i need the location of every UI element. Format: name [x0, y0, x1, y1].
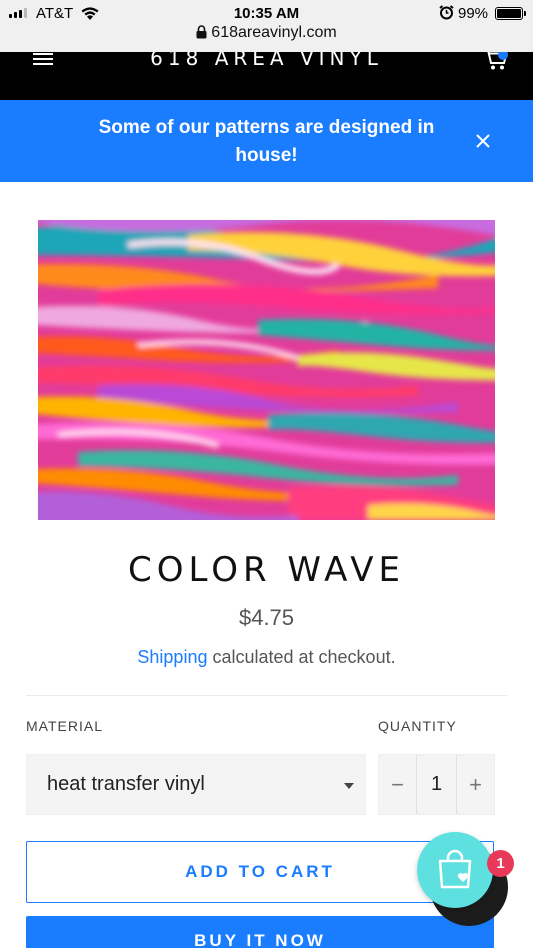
shipping-link[interactable]: Shipping [137, 647, 207, 667]
status-bar: AT&T 10:35 AM 99% 618areavinyl.com [0, 0, 533, 52]
material-select-value: heat transfer vinyl [47, 773, 205, 795]
divider [26, 695, 507, 696]
site-header: 618 AREA VINYL [0, 52, 533, 100]
wishlist-button[interactable] [417, 832, 493, 908]
wishlist-count-badge: 1 [487, 850, 514, 877]
site-logo[interactable]: 618 AREA VINYL [0, 52, 533, 70]
lock-icon [196, 25, 207, 39]
quantity-plus-button[interactable]: + [456, 755, 494, 814]
announcement-text: Some of our patterns are designed in hou… [98, 117, 435, 166]
battery-percent: 99% [458, 5, 489, 22]
shopping-bag-heart-icon [438, 849, 472, 889]
product-title: COLOR WAVE [127, 550, 405, 590]
announcement-bar: Some of our patterns are designed in hou… [0, 100, 533, 182]
quantity-label: QUANTITY [378, 718, 457, 734]
quantity-input[interactable]: 1 [417, 755, 456, 814]
shipping-note: Shipping calculated at checkout. [0, 647, 533, 668]
product-price: $4.75 [238, 605, 295, 630]
quantity-minus-button[interactable]: − [379, 755, 417, 814]
buy-now-button[interactable]: BUY IT NOW [26, 916, 494, 948]
product-image[interactable] [38, 220, 495, 520]
material-select[interactable]: heat transfer vinyl [26, 754, 366, 815]
url-text: 618areavinyl.com [211, 24, 337, 41]
chevron-down-icon [344, 783, 354, 789]
close-icon[interactable] [476, 134, 490, 148]
battery-icon [495, 7, 526, 20]
address-bar[interactable]: 618areavinyl.com [0, 24, 533, 42]
material-label: MATERIAL [26, 718, 103, 734]
quantity-stepper[interactable]: − 1 + [378, 754, 495, 815]
alarm-icon [439, 5, 454, 20]
shipping-text: calculated at checkout. [207, 647, 396, 667]
